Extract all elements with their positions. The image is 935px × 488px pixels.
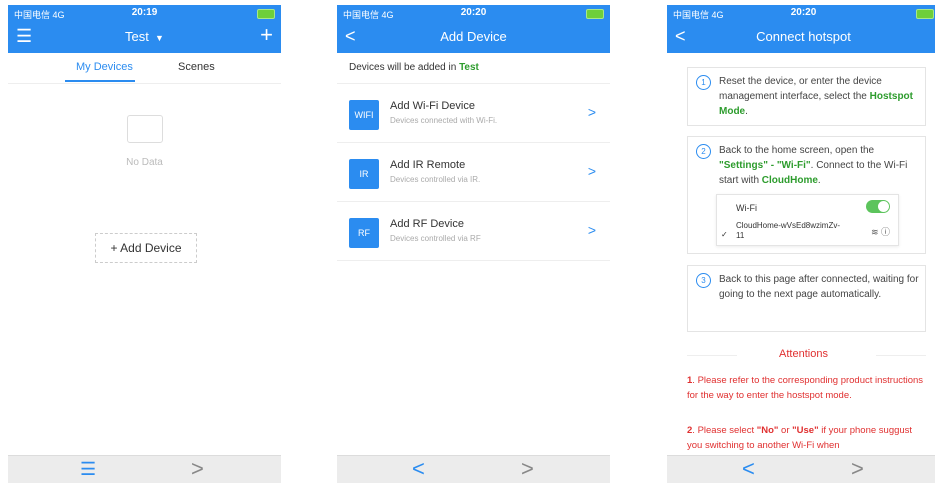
checkmark-icon: ✓ — [721, 230, 728, 239]
back-chevron-icon[interactable]: < — [742, 458, 755, 480]
wifi-label: Wi-Fi — [736, 203, 757, 213]
wifi-ssid: CloudHome-wVsEd8wzimZv-11 — [736, 221, 841, 240]
browser-toolbar: < > — [667, 455, 935, 483]
my-devices-screen: 中国电信 4G 20:19 ☰ Test ▼ + My Devices Scen… — [8, 5, 281, 483]
wifi-signal-info-icon: ≋ ⓘ — [870, 227, 890, 237]
rf-badge-icon: RF — [349, 218, 379, 248]
empty-box-icon — [127, 115, 163, 143]
battery-icon — [916, 9, 934, 19]
attention-item-2: 2. Please select "No" or "Use" if your p… — [687, 423, 926, 453]
attentions-title: Attentions — [779, 348, 828, 360]
tab-my-devices[interactable]: My Devices — [76, 61, 133, 73]
page-title: Connect hotspot — [756, 29, 851, 44]
step-text-part: . — [745, 106, 748, 117]
step-text-part: . — [817, 175, 821, 186]
add-device-button[interactable]: + Add Device — [95, 233, 197, 263]
connect-hotspot-screen: 中国电信 4G 20:20 < Connect hotspot 1 Reset … — [667, 5, 935, 483]
tab-bar: My Devices Scenes — [8, 53, 281, 84]
forward-chevron-icon[interactable]: > — [191, 458, 204, 480]
browser-toolbar: ☰ > — [8, 455, 281, 483]
device-type-row-ir[interactable]: IR Add IR Remote Devices controlled via … — [337, 143, 610, 202]
chevron-right-icon: > — [587, 222, 596, 238]
clock: 20:20 — [460, 7, 487, 18]
page-title: Add Device — [440, 29, 507, 44]
step-text: Back to this page after connected, waiti… — [719, 274, 919, 300]
step-number: 2 — [696, 144, 711, 159]
caret-down-icon: ▼ — [152, 33, 164, 43]
add-icon[interactable]: + — [260, 24, 273, 46]
nav-bar: < Connect hotspot — [667, 21, 935, 53]
battery-icon — [586, 9, 604, 19]
target-home-info: Devices will be added in Test — [337, 53, 610, 84]
active-tab-indicator — [65, 80, 135, 82]
chevron-right-icon: > — [587, 104, 596, 120]
device-type-subtitle: Devices controlled via RF — [390, 234, 481, 243]
target-home-name: Test — [459, 62, 479, 73]
nav-bar: ☰ Test ▼ + — [8, 21, 281, 53]
device-type-subtitle: Devices connected with Wi-Fi. — [390, 116, 498, 125]
attention-highlight: "No" — [756, 425, 779, 436]
step-card-3: 3 Back to this page after connected, wai… — [687, 265, 926, 332]
info-prefix: Devices will be added in — [349, 62, 457, 73]
home-selector[interactable]: Test ▼ — [8, 29, 281, 44]
step-card-1: 1 Reset the device, or enter the device … — [687, 67, 926, 126]
page-title: Test — [125, 29, 149, 44]
forward-chevron-icon[interactable]: > — [521, 458, 534, 480]
step-text-part: Back to the home screen, open the — [719, 145, 875, 156]
step-text-part: Reset the device, or enter the device ma… — [719, 76, 882, 102]
chevron-right-icon: > — [587, 163, 596, 179]
step-text: Reset the device, or enter the device ma… — [719, 74, 919, 119]
tab-scenes[interactable]: Scenes — [178, 61, 215, 73]
menu-lines-icon[interactable]: ☰ — [80, 458, 96, 480]
battery-icon — [257, 9, 275, 19]
clock: 20:19 — [131, 7, 158, 18]
forward-chevron-icon[interactable]: > — [851, 458, 864, 480]
step-text: Back to the home screen, open the "Setti… — [719, 143, 919, 188]
device-type-row-wifi[interactable]: WIFI Add Wi-Fi Device Devices connected … — [337, 84, 610, 143]
device-type-title: Add Wi-Fi Device — [390, 100, 475, 112]
back-chevron-icon[interactable]: < — [412, 458, 425, 480]
clock: 20:20 — [790, 7, 817, 18]
step-number: 3 — [696, 273, 711, 288]
wifi-badge-icon: WIFI — [349, 100, 379, 130]
attention-highlight: "Use" — [792, 425, 819, 436]
step-card-2: 2 Back to the home screen, open the "Set… — [687, 136, 926, 254]
step-highlight: CloudHome — [761, 175, 818, 186]
attention-text: . Please refer to the corresponding prod… — [687, 375, 924, 401]
ir-badge-icon: IR — [349, 159, 379, 189]
wifi-settings-illustration: Wi-Fi ✓ CloudHome-wVsEd8wzimZv-11 ≋ ⓘ — [716, 194, 899, 246]
step-number: 1 — [696, 75, 711, 90]
attention-text: . Please select — [692, 425, 755, 436]
device-type-subtitle: Devices controlled via IR. — [390, 175, 481, 184]
nav-bar: < Add Device — [337, 21, 610, 53]
device-type-row-rf[interactable]: RF Add RF Device Devices controlled via … — [337, 202, 610, 261]
step-highlight: "Settings" - "Wi-Fi" — [719, 160, 811, 171]
status-bar: 中国电信 4G 20:19 — [8, 5, 281, 21]
browser-toolbar: < > — [337, 455, 610, 483]
empty-state-text: No Data — [126, 157, 163, 168]
device-type-title: Add RF Device — [390, 218, 464, 230]
status-bar: 中国电信 4G 20:20 — [667, 5, 935, 21]
wifi-toggle — [866, 200, 890, 213]
status-bar: 中国电信 4G 20:20 — [337, 5, 610, 21]
add-device-screen: 中国电信 4G 20:20 < Add Device Devices will … — [337, 5, 610, 483]
device-type-title: Add IR Remote — [390, 159, 466, 171]
attention-item-1: 1. Please refer to the corresponding pro… — [687, 373, 926, 403]
attention-text: or — [781, 425, 790, 436]
